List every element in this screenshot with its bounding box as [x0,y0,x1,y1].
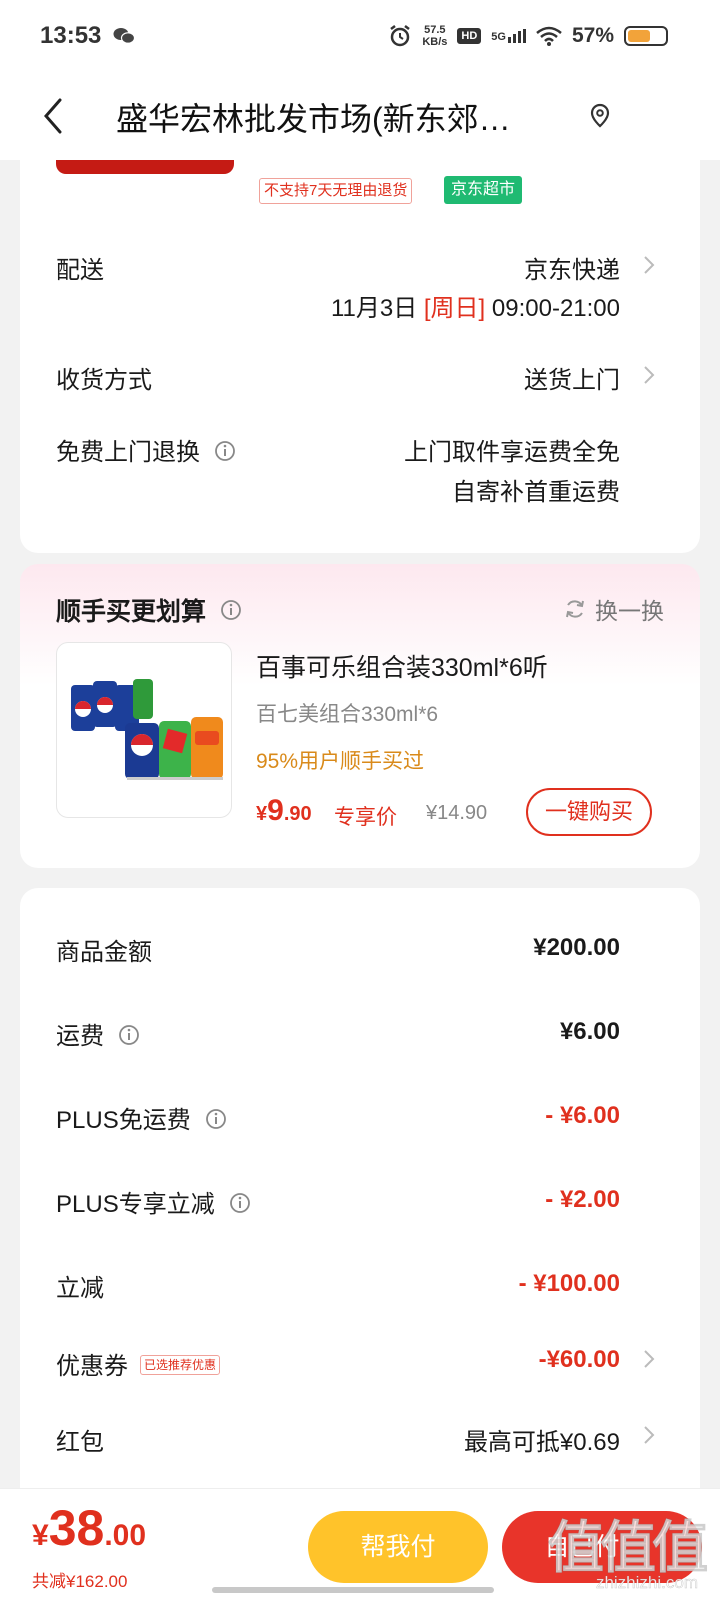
battery-icon [624,26,668,46]
chevron-right-icon[interactable] [642,254,656,276]
chevron-right-icon[interactable] [642,1348,656,1370]
plus-discount-value: - ¥2.00 [545,1186,620,1213]
info-icon[interactable] [229,1192,251,1214]
chevron-right-icon[interactable] [642,1424,656,1446]
delivery-method[interactable]: 京东快递 [524,250,620,285]
free-return-label: 免费上门退换 [56,432,236,467]
coupon-label[interactable]: 优惠券 已选推荐优惠 [56,1346,221,1381]
product-name[interactable]: 百事可乐组合装330ml*6听 [256,648,548,684]
recommend-title: 顺手买更划算 [56,592,242,628]
free-return-line2: 自寄补首重运费 [452,479,620,506]
page-title: 盛华宏林批发市场(新东郊… [116,101,511,137]
watermark-url: zhizhizhi.com [595,1573,699,1593]
instant-discount-value: - ¥100.00 [518,1270,620,1297]
delivery-label: 配送 [56,257,104,284]
free-return-line1: 上门取件享运费全免 [404,439,620,466]
help-pay-button[interactable]: 帮我付 [308,1511,488,1583]
red-packet-label: 红包 [56,1429,104,1456]
product-subtitle: 百七美组合330ml*6 [256,703,439,726]
info-icon[interactable] [118,1024,140,1046]
refresh-icon [566,600,584,618]
net-speed: 57.5 KB/s [422,24,448,48]
info-icon[interactable] [214,440,236,462]
exclusive-price-label: 专享价 [334,806,397,829]
total-saved: 共减¥162.00 [32,1572,128,1591]
checkout-bar: ¥38.00 共减¥162.00 帮我付 自己付 值值值 zhizhizhi.c… [0,1488,720,1600]
info-icon[interactable] [205,1108,227,1130]
location-pin-icon[interactable] [588,102,612,130]
watermark-logo: 值值值 [548,1516,709,1580]
soda-cans-image [71,679,223,780]
hd-badge: HD [457,28,482,44]
shipping-fee-label: 运费 [56,1016,140,1051]
product-popularity: 95%用户顺手买过 [256,750,425,773]
wechat-icon [113,28,135,44]
red-packet-value[interactable]: 最高可抵¥0.69 [464,1422,620,1457]
goods-total-value: ¥200.00 [533,934,620,961]
goods-total-label: 商品金额 [56,939,152,966]
shipping-fee-value: ¥6.00 [559,1018,620,1045]
plus-free-shipping-label: PLUS免运费 [56,1100,227,1135]
wifi-icon [536,26,562,46]
status-bar: 13:53 57.5 KB/s HD 5G 57% [0,0,720,72]
nav-bar: 盛华宏林批发市场(新东郊… [0,72,720,160]
jd-market-tag: 京东超市 [444,176,523,204]
plus-discount-label: PLUS专享立减 [56,1184,251,1219]
no-return-tag: 不支持7天无理由退货 [259,178,413,204]
product-banner-stub [56,160,234,174]
recommend-card: 顺手买更划算 换一换 百事可乐组合装330ml*6听 百七美组合330ml*6 … [20,564,700,868]
receive-label: 收货方式 [56,367,152,394]
chevron-right-icon[interactable] [642,364,656,386]
coupon-recommended-tag: 已选推荐优惠 [140,1354,221,1375]
chevron-left-icon[interactable] [38,92,74,140]
refresh-button[interactable]: 换一换 [563,592,664,626]
receive-method[interactable]: 送货上门 [524,360,620,395]
status-time: 13:53 [40,22,102,49]
amounts-card: 商品金额 ¥200.00 运费 ¥6.00 PLUS免运费 - ¥6.00 PL… [20,888,700,1488]
status-icons: 57.5 KB/s HD 5G 57% [388,22,668,50]
delivery-time[interactable]: 11月3日 [周日] 09:00-21:00 [331,288,620,323]
instant-discount-label: 立减 [56,1275,104,1302]
shipping-card: 不支持7天无理由退货 京东超市 配送 京东快递 11月3日 [周日] 09:00… [20,160,700,553]
total-price: ¥38.00 [32,1500,147,1556]
original-price: ¥14.90 [426,802,488,824]
info-icon[interactable] [220,599,242,621]
signal-icon: 5G [491,29,526,43]
battery-percent: 57% [571,24,614,47]
one-click-buy-button[interactable]: 一键购买 [526,788,652,836]
product-price: ¥9.90 [256,794,312,827]
product-image[interactable] [56,642,232,818]
alarm-icon [390,25,411,47]
plus-free-shipping-value: - ¥6.00 [545,1102,620,1129]
home-indicator[interactable] [212,1587,494,1593]
coupon-value[interactable]: -¥60.00 [539,1346,620,1374]
